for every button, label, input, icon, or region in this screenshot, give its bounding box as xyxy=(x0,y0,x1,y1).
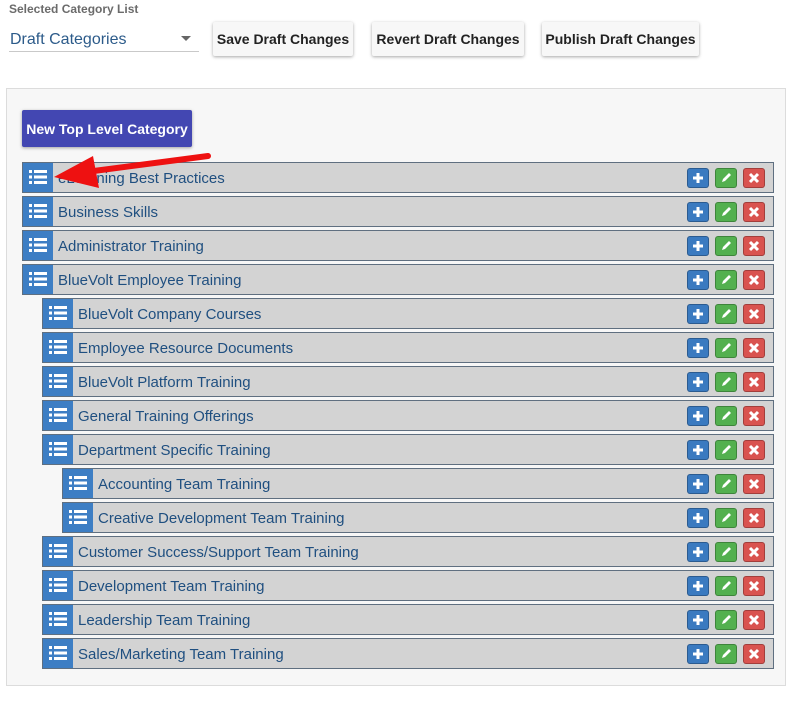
publish-draft-changes-button[interactable]: Publish Draft Changes xyxy=(542,22,699,56)
category-label: Business Skills xyxy=(58,204,159,221)
category-list-select-value: Draft Categories xyxy=(10,31,127,48)
category-row-development-team-training: Development Team Training xyxy=(42,570,774,601)
list-icon[interactable] xyxy=(63,469,93,498)
category-tree-panel: New Top Level Category eLearning Best Pr… xyxy=(6,88,786,686)
list-icon[interactable] xyxy=(43,537,73,566)
delete-category-button[interactable] xyxy=(743,644,765,664)
add-subcategory-button[interactable] xyxy=(687,610,709,630)
add-subcategory-button[interactable] xyxy=(687,406,709,426)
add-subcategory-button[interactable] xyxy=(687,542,709,562)
list-icon[interactable] xyxy=(43,571,73,600)
delete-category-button[interactable] xyxy=(743,202,765,222)
save-draft-changes-button[interactable]: Save Draft Changes xyxy=(213,22,353,56)
edit-category-button[interactable] xyxy=(715,168,737,188)
category-row-business-skills: Business Skills xyxy=(22,196,774,227)
category-label: Development Team Training xyxy=(78,578,265,595)
edit-category-button[interactable] xyxy=(715,440,737,460)
category-label: Employee Resource Documents xyxy=(78,340,294,357)
category-label: eLearning Best Practices xyxy=(58,170,225,187)
category-label: General Training Offerings xyxy=(78,408,254,425)
list-icon[interactable] xyxy=(63,503,93,532)
edit-category-button[interactable] xyxy=(715,644,737,664)
add-subcategory-button[interactable] xyxy=(687,576,709,596)
delete-category-button[interactable] xyxy=(743,372,765,392)
category-tree: eLearning Best Practices Business Skills A… xyxy=(7,89,785,685)
category-label: Department Specific Training xyxy=(78,442,271,459)
category-row-customer-success-support-team-training: Customer Success/Support Team Training xyxy=(42,536,774,567)
delete-category-button[interactable] xyxy=(743,508,765,528)
add-subcategory-button[interactable] xyxy=(687,338,709,358)
category-row-bluevolt-platform-training: BlueVolt Platform Training xyxy=(42,366,774,397)
revert-draft-changes-button[interactable]: Revert Draft Changes xyxy=(372,22,524,56)
edit-category-button[interactable] xyxy=(715,270,737,290)
list-icon[interactable] xyxy=(43,299,73,328)
category-row-general-training-offerings: General Training Offerings xyxy=(42,400,774,431)
category-row-bluevolt-company-courses: BlueVolt Company Courses xyxy=(42,298,774,329)
category-label: Administrator Training xyxy=(58,238,204,255)
add-subcategory-button[interactable] xyxy=(687,202,709,222)
list-icon[interactable] xyxy=(23,265,53,294)
category-label: Sales/Marketing Team Training xyxy=(78,646,284,663)
add-subcategory-button[interactable] xyxy=(687,508,709,528)
delete-category-button[interactable] xyxy=(743,406,765,426)
list-icon[interactable] xyxy=(43,605,73,634)
edit-category-button[interactable] xyxy=(715,508,737,528)
list-icon[interactable] xyxy=(23,197,53,226)
category-row-bluevolt-employee-training: BlueVolt Employee Training xyxy=(22,264,774,295)
edit-category-button[interactable] xyxy=(715,406,737,426)
category-label: BlueVolt Employee Training xyxy=(58,272,242,289)
delete-category-button[interactable] xyxy=(743,236,765,256)
add-subcategory-button[interactable] xyxy=(687,474,709,494)
delete-category-button[interactable] xyxy=(743,542,765,562)
chevron-down-icon xyxy=(181,36,191,41)
delete-category-button[interactable] xyxy=(743,338,765,358)
category-label: BlueVolt Platform Training xyxy=(78,374,251,391)
category-row-elearning-best-practices: eLearning Best Practices xyxy=(22,162,774,193)
delete-category-button[interactable] xyxy=(743,610,765,630)
category-row-creative-development-team-training: Creative Development Team Training xyxy=(62,502,774,533)
add-subcategory-button[interactable] xyxy=(687,304,709,324)
edit-category-button[interactable] xyxy=(715,338,737,358)
list-icon[interactable] xyxy=(43,367,73,396)
category-row-sales-marketing-team-training: Sales/Marketing Team Training xyxy=(42,638,774,669)
list-icon[interactable] xyxy=(43,639,73,668)
add-subcategory-button[interactable] xyxy=(687,236,709,256)
category-row-department-specific-training: Department Specific Training xyxy=(42,434,774,465)
delete-category-button[interactable] xyxy=(743,168,765,188)
category-label: Leadership Team Training xyxy=(78,612,251,629)
add-subcategory-button[interactable] xyxy=(687,270,709,290)
delete-category-button[interactable] xyxy=(743,270,765,290)
category-label: Creative Development Team Training xyxy=(98,510,345,527)
category-row-leadership-team-training: Leadership Team Training xyxy=(42,604,774,635)
edit-category-button[interactable] xyxy=(715,372,737,392)
edit-category-button[interactable] xyxy=(715,576,737,596)
selected-category-label: Selected Category List xyxy=(9,2,139,16)
delete-category-button[interactable] xyxy=(743,576,765,596)
category-label: Customer Success/Support Team Training xyxy=(78,544,359,561)
add-subcategory-button[interactable] xyxy=(687,372,709,392)
category-list-select[interactable]: Draft Categories xyxy=(9,24,199,52)
list-icon[interactable] xyxy=(23,163,53,192)
delete-category-button[interactable] xyxy=(743,474,765,494)
list-icon[interactable] xyxy=(43,333,73,362)
category-row-administrator-training: Administrator Training xyxy=(22,230,774,261)
edit-category-button[interactable] xyxy=(715,236,737,256)
add-subcategory-button[interactable] xyxy=(687,440,709,460)
edit-category-button[interactable] xyxy=(715,474,737,494)
edit-category-button[interactable] xyxy=(715,202,737,222)
add-subcategory-button[interactable] xyxy=(687,644,709,664)
edit-category-button[interactable] xyxy=(715,610,737,630)
delete-category-button[interactable] xyxy=(743,304,765,324)
list-icon[interactable] xyxy=(43,435,73,464)
edit-category-button[interactable] xyxy=(715,304,737,324)
list-icon[interactable] xyxy=(43,401,73,430)
category-label: BlueVolt Company Courses xyxy=(78,306,262,323)
edit-category-button[interactable] xyxy=(715,542,737,562)
delete-category-button[interactable] xyxy=(743,440,765,460)
category-row-employee-resource-documents: Employee Resource Documents xyxy=(42,332,774,363)
list-icon[interactable] xyxy=(23,231,53,260)
add-subcategory-button[interactable] xyxy=(687,168,709,188)
category-label: Accounting Team Training xyxy=(98,476,271,493)
category-row-accounting-team-training: Accounting Team Training xyxy=(62,468,774,499)
